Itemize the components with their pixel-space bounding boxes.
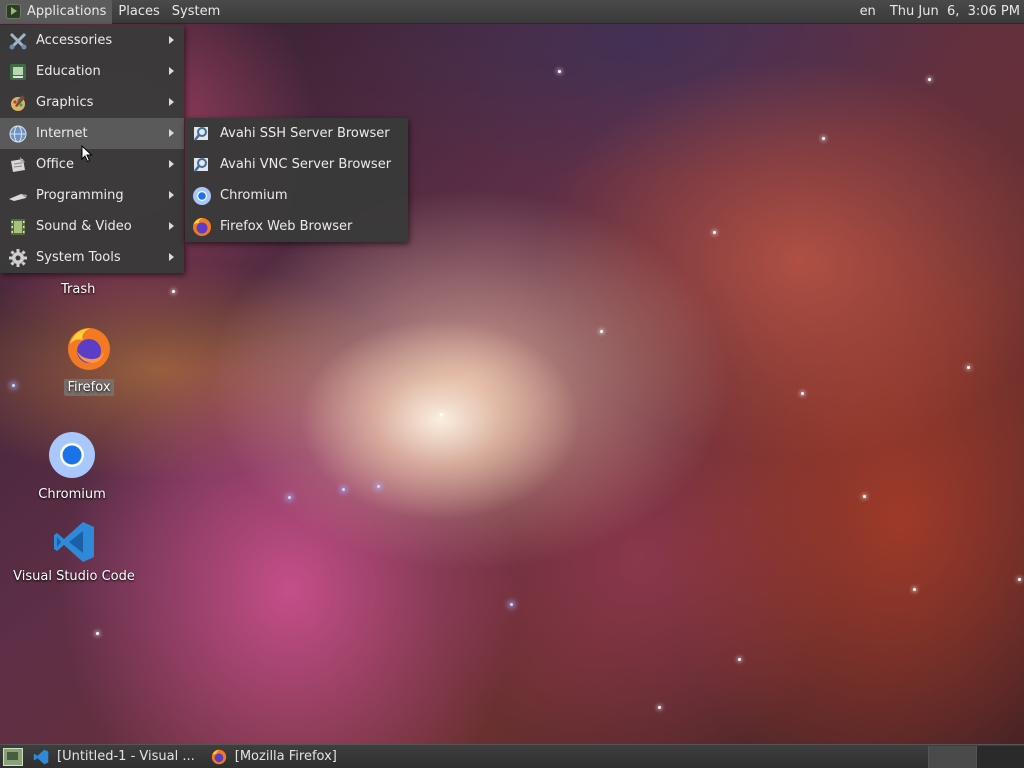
menu-item-avahi-vnc[interactable]: Avahi VNC Server Browser bbox=[185, 149, 408, 180]
education-icon bbox=[8, 62, 28, 82]
star bbox=[12, 384, 15, 387]
workspace-2[interactable] bbox=[976, 745, 1024, 768]
menu-item-label: Avahi SSH Server Browser bbox=[220, 126, 390, 141]
star bbox=[172, 290, 175, 293]
mouse-pointer-icon bbox=[81, 144, 93, 167]
star bbox=[967, 366, 970, 369]
vscode-icon bbox=[33, 749, 49, 765]
system-tools-gear-icon bbox=[8, 248, 28, 268]
graphics-icon bbox=[8, 93, 28, 113]
menu-item-label: Chromium bbox=[220, 188, 288, 203]
desktop-icon-chromium[interactable]: Chromium bbox=[36, 430, 108, 503]
desktop-icon-label: Trash bbox=[61, 282, 96, 297]
internet-submenu: Avahi SSH Server Browser Avahi VNC Serve… bbox=[185, 118, 408, 242]
office-icon bbox=[8, 155, 28, 175]
show-desktop-icon[interactable] bbox=[3, 747, 23, 766]
taskbar-item-firefox[interactable]: [Mozilla Firefox] bbox=[207, 746, 345, 768]
applications-menu-label: Applications bbox=[27, 4, 107, 19]
programming-icon bbox=[8, 186, 28, 206]
star bbox=[801, 392, 804, 395]
star bbox=[510, 603, 513, 606]
taskbar-item-label: [Mozilla Firefox] bbox=[234, 749, 337, 764]
avahi-ssh-icon bbox=[192, 124, 212, 144]
menu-item-programming[interactable]: Programming bbox=[0, 180, 184, 211]
bottom-panel: [Untitled-1 - Visual ... [Mozilla Firefo… bbox=[0, 744, 1024, 768]
applications-icon bbox=[6, 4, 21, 19]
star bbox=[658, 706, 661, 709]
menu-item-label: Education bbox=[36, 64, 101, 79]
menu-item-label: System Tools bbox=[36, 250, 121, 265]
taskbar-item-vscode[interactable]: [Untitled-1 - Visual ... bbox=[29, 746, 203, 768]
accessories-icon bbox=[8, 31, 28, 51]
star bbox=[738, 658, 741, 661]
star bbox=[713, 231, 716, 234]
star bbox=[600, 330, 603, 333]
system-menu-button[interactable]: System bbox=[166, 0, 226, 24]
submenu-arrow-icon bbox=[169, 36, 174, 44]
submenu-arrow-icon bbox=[169, 253, 174, 261]
star bbox=[913, 588, 916, 591]
star bbox=[1018, 578, 1021, 581]
sound-video-icon bbox=[8, 217, 28, 237]
desktop-icon-vscode[interactable]: Visual Studio Code bbox=[13, 520, 135, 585]
menu-item-avahi-ssh[interactable]: Avahi SSH Server Browser bbox=[185, 118, 408, 149]
menu-item-label: Avahi VNC Server Browser bbox=[220, 157, 392, 172]
menu-item-system-tools[interactable]: System Tools bbox=[0, 242, 184, 273]
star bbox=[96, 632, 99, 635]
menu-item-firefox[interactable]: Firefox Web Browser bbox=[185, 211, 408, 242]
chromium-icon bbox=[47, 430, 97, 484]
firefox-icon bbox=[66, 326, 112, 376]
submenu-arrow-icon bbox=[169, 191, 174, 199]
internet-globe-icon bbox=[8, 124, 28, 144]
menu-item-chromium[interactable]: Chromium bbox=[185, 180, 408, 211]
clock[interactable]: Thu Jun 6, 3:06 PM bbox=[890, 4, 1020, 19]
places-menu-button[interactable]: Places bbox=[112, 0, 165, 24]
top-panel: Applications Places System en Thu Jun 6,… bbox=[0, 0, 1024, 24]
menu-item-label: Programming bbox=[36, 188, 124, 203]
star bbox=[558, 70, 561, 73]
avahi-vnc-icon bbox=[192, 155, 212, 175]
star bbox=[377, 485, 380, 488]
submenu-arrow-icon bbox=[169, 98, 174, 106]
chromium-icon bbox=[192, 186, 212, 206]
system-menu-label: System bbox=[171, 4, 221, 19]
menu-item-label: Firefox Web Browser bbox=[220, 219, 353, 234]
workspace-switcher bbox=[928, 745, 1024, 768]
taskbar-item-label: [Untitled-1 - Visual ... bbox=[57, 749, 195, 764]
menu-item-education[interactable]: Education bbox=[0, 56, 184, 87]
submenu-arrow-icon bbox=[169, 129, 174, 137]
star bbox=[288, 496, 291, 499]
menu-item-label: Graphics bbox=[36, 95, 94, 110]
panel-indicators: en Thu Jun 6, 3:06 PM bbox=[846, 4, 1024, 19]
desktop-icon-trash[interactable]: Trash bbox=[58, 277, 98, 298]
desktop-icon-label: Chromium bbox=[38, 487, 106, 502]
menu-item-label: Office bbox=[36, 157, 74, 172]
submenu-arrow-icon bbox=[169, 222, 174, 230]
applications-menu-button[interactable]: Applications bbox=[0, 0, 113, 24]
menu-item-label: Accessories bbox=[36, 33, 113, 48]
desktop-icon-label: Firefox bbox=[64, 379, 114, 396]
workspace-1[interactable] bbox=[928, 745, 976, 768]
star bbox=[822, 137, 825, 140]
menu-item-accessories[interactable]: Accessories bbox=[0, 25, 184, 56]
submenu-arrow-icon bbox=[169, 67, 174, 75]
firefox-icon bbox=[192, 217, 212, 237]
menu-item-graphics[interactable]: Graphics bbox=[0, 87, 184, 118]
star bbox=[342, 488, 345, 491]
menu-item-label: Internet bbox=[36, 126, 88, 141]
star bbox=[440, 413, 443, 416]
vscode-icon bbox=[52, 520, 96, 568]
places-menu-label: Places bbox=[118, 4, 160, 19]
firefox-icon bbox=[211, 749, 227, 765]
desktop-icon-label: Visual Studio Code bbox=[13, 569, 135, 584]
desktop-icon-firefox[interactable]: Firefox bbox=[54, 326, 124, 396]
submenu-arrow-icon bbox=[169, 160, 174, 168]
star bbox=[863, 495, 866, 498]
star bbox=[928, 78, 931, 81]
menu-item-sound-video[interactable]: Sound & Video bbox=[0, 211, 184, 242]
menu-item-label: Sound & Video bbox=[36, 219, 132, 234]
keyboard-layout-indicator[interactable]: en bbox=[860, 4, 876, 19]
